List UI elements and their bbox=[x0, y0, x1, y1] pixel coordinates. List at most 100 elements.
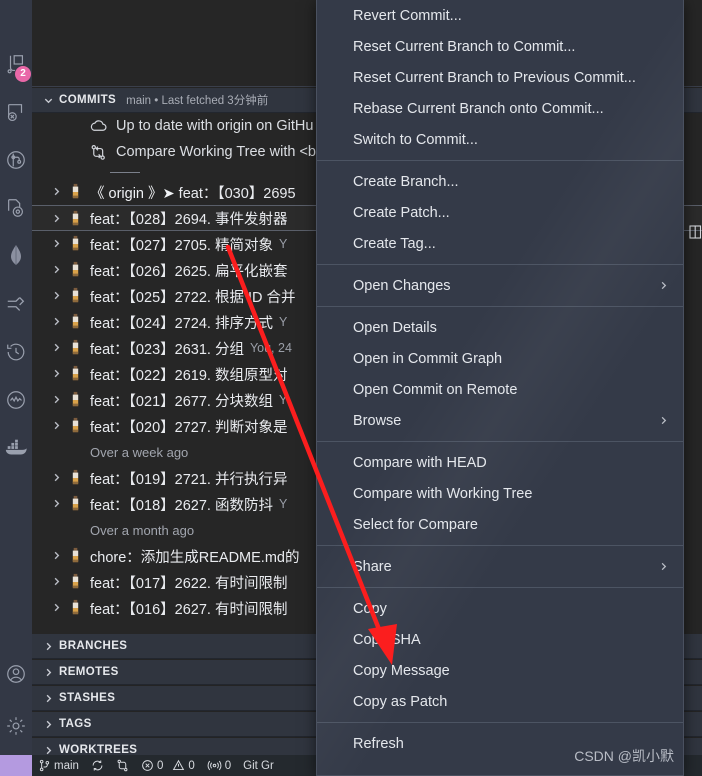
activity-item-source-control[interactable]: 2 bbox=[0, 40, 32, 88]
status-git-graph[interactable]: Git Gr bbox=[237, 755, 280, 776]
activity-item-settings[interactable] bbox=[0, 702, 32, 750]
activity-item-remote-explorer[interactable] bbox=[0, 280, 32, 328]
commit-avatar-icon bbox=[72, 339, 79, 355]
activity-item-testing[interactable] bbox=[0, 88, 32, 136]
commit-message: feat：【020】2727. 判断对象是 bbox=[90, 419, 288, 436]
chevron-right-icon[interactable] bbox=[48, 287, 64, 303]
menu-item-open-in-commit-graph[interactable]: Open in Commit Graph bbox=[317, 343, 683, 374]
commit-message: feat：【030】2695 bbox=[178, 185, 296, 202]
activity-item-gitlens-inspect[interactable] bbox=[0, 184, 32, 232]
commit-message: feat：【024】2724. 排序方式 bbox=[90, 315, 273, 332]
activity-item-git-graph[interactable] bbox=[0, 136, 32, 184]
chevron-right-icon bbox=[40, 638, 56, 654]
menu-item-reset-current-branch-to-previous-commit[interactable]: Reset Current Branch to Previous Commit.… bbox=[317, 62, 683, 93]
remotes-label: REMOTES bbox=[59, 666, 119, 678]
commit-avatar-icon bbox=[72, 391, 79, 407]
chevron-right-icon[interactable] bbox=[48, 495, 64, 511]
menu-item-open-commit-on-remote[interactable]: Open Commit on Remote bbox=[317, 374, 683, 405]
chevron-right-icon[interactable] bbox=[48, 417, 64, 433]
status-ports[interactable]: 0 bbox=[201, 755, 237, 776]
commit-message: feat：【023】2631. 分组 bbox=[90, 341, 244, 358]
menu-item-copy[interactable]: Copy bbox=[317, 593, 683, 624]
menu-item-open-details[interactable]: Open Details bbox=[317, 312, 683, 343]
mongodb-leaf-icon bbox=[11, 245, 21, 265]
menu-item-copy-message[interactable]: Copy Message bbox=[317, 655, 683, 686]
git-compare-icon bbox=[117, 759, 128, 772]
menu-item-label: Open Commit on Remote bbox=[353, 381, 518, 398]
chevron-right-icon[interactable] bbox=[48, 469, 64, 485]
source-control-icon bbox=[39, 759, 50, 772]
activity-item-mongodb[interactable] bbox=[0, 232, 32, 280]
menu-item-create-branch[interactable]: Create Branch... bbox=[317, 166, 683, 197]
status-sync[interactable] bbox=[85, 755, 110, 776]
menu-item-copy-sha[interactable]: Copy SHA bbox=[317, 624, 683, 655]
chevron-right-icon[interactable] bbox=[48, 313, 64, 329]
commit-avatar-icon bbox=[72, 183, 79, 199]
menu-item-label: Rebase Current Branch onto Commit... bbox=[353, 100, 604, 117]
warning-icon bbox=[173, 759, 185, 771]
commit-meta: Y bbox=[278, 393, 288, 407]
menu-item-reset-current-branch-to-commit[interactable]: Reset Current Branch to Commit... bbox=[317, 31, 683, 62]
chevron-right-icon[interactable] bbox=[48, 599, 64, 615]
menu-item-open-changes[interactable]: Open Changes bbox=[317, 270, 683, 301]
menu-item-label: Copy as Patch bbox=[353, 693, 448, 710]
menu-item-share[interactable]: Share bbox=[317, 551, 683, 582]
menu-item-copy-as-patch[interactable]: Copy as Patch bbox=[317, 686, 683, 717]
timeline-history-icon bbox=[7, 343, 25, 361]
menu-item-rebase-current-branch-onto-commit[interactable]: Rebase Current Branch onto Commit... bbox=[317, 93, 683, 124]
git-graph-icon bbox=[7, 151, 25, 169]
commit-message: feat：【025】2722. 根据 ID 合并 bbox=[90, 289, 296, 306]
editor-split-icon[interactable] bbox=[689, 224, 702, 240]
menu-item-label: Create Tag... bbox=[353, 235, 436, 252]
avatar bbox=[68, 547, 84, 565]
activity-item-docker[interactable] bbox=[0, 424, 32, 472]
sync-icon bbox=[92, 760, 103, 771]
menu-item-revert-commit[interactable]: Revert Commit... bbox=[317, 0, 683, 31]
menu-item-label: Create Patch... bbox=[353, 204, 450, 221]
broadcast-icon bbox=[207, 760, 222, 771]
remote-explorer-icon bbox=[7, 297, 25, 311]
menu-item-compare-with-working-tree[interactable]: Compare with Working Tree bbox=[317, 478, 683, 509]
menu-item-create-patch[interactable]: Create Patch... bbox=[317, 197, 683, 228]
settings-gear-icon bbox=[7, 717, 25, 735]
menu-item-label: Open Details bbox=[353, 319, 437, 336]
chevron-right-icon[interactable] bbox=[48, 391, 64, 407]
chevron-right-icon[interactable] bbox=[48, 547, 64, 563]
commit-meta: Y bbox=[278, 237, 288, 251]
docker-whale-icon bbox=[5, 439, 27, 455]
activity-item-top-spacer bbox=[0, 0, 32, 40]
status-git-graph-label: Git Gr bbox=[243, 759, 274, 772]
status-branch[interactable]: main bbox=[32, 755, 85, 776]
commit-avatar-icon bbox=[72, 547, 79, 563]
chevron-right-icon[interactable] bbox=[48, 339, 64, 355]
chevron-right-icon[interactable] bbox=[48, 261, 64, 277]
chevron-right-icon[interactable] bbox=[48, 365, 64, 381]
commit-message: feat：【018】2627. 函数防抖 bbox=[90, 497, 273, 514]
avatar bbox=[68, 235, 84, 253]
chevron-right-icon[interactable] bbox=[48, 573, 64, 589]
commit-avatar-icon bbox=[72, 417, 79, 433]
activity-monitor-icon bbox=[7, 391, 25, 409]
menu-item-select-for-compare[interactable]: Select for Compare bbox=[317, 509, 683, 540]
status-problems[interactable]: 0 0 bbox=[135, 755, 201, 776]
menu-item-create-tag[interactable]: Create Tag... bbox=[317, 228, 683, 259]
menu-item-compare-with-head[interactable]: Compare with HEAD bbox=[317, 447, 683, 478]
commit-avatar-icon bbox=[72, 469, 79, 485]
commits-title: COMMITS bbox=[59, 94, 117, 106]
chevron-right-icon[interactable] bbox=[48, 210, 64, 226]
branches-label: BRANCHES bbox=[59, 640, 128, 652]
source-control-badge: 2 bbox=[15, 66, 31, 82]
chevron-right-icon[interactable] bbox=[48, 235, 64, 251]
menu-item-label: Open Changes bbox=[353, 277, 451, 294]
status-changes[interactable] bbox=[110, 755, 135, 776]
activity-item-accounts[interactable] bbox=[0, 650, 32, 698]
menu-item-label: Copy bbox=[353, 600, 387, 617]
activity-item-timeline[interactable] bbox=[0, 328, 32, 376]
tags-label: TAGS bbox=[59, 718, 92, 730]
commit-context-menu[interactable]: Revert Commit... Reset Current Branch to … bbox=[316, 0, 684, 776]
avatar bbox=[68, 313, 84, 331]
activity-item-activity-monitor[interactable] bbox=[0, 376, 32, 424]
menu-item-switch-to-commit[interactable]: Switch to Commit... bbox=[317, 124, 683, 155]
menu-item-browse[interactable]: Browse bbox=[317, 405, 683, 436]
chevron-right-icon[interactable] bbox=[48, 183, 64, 199]
